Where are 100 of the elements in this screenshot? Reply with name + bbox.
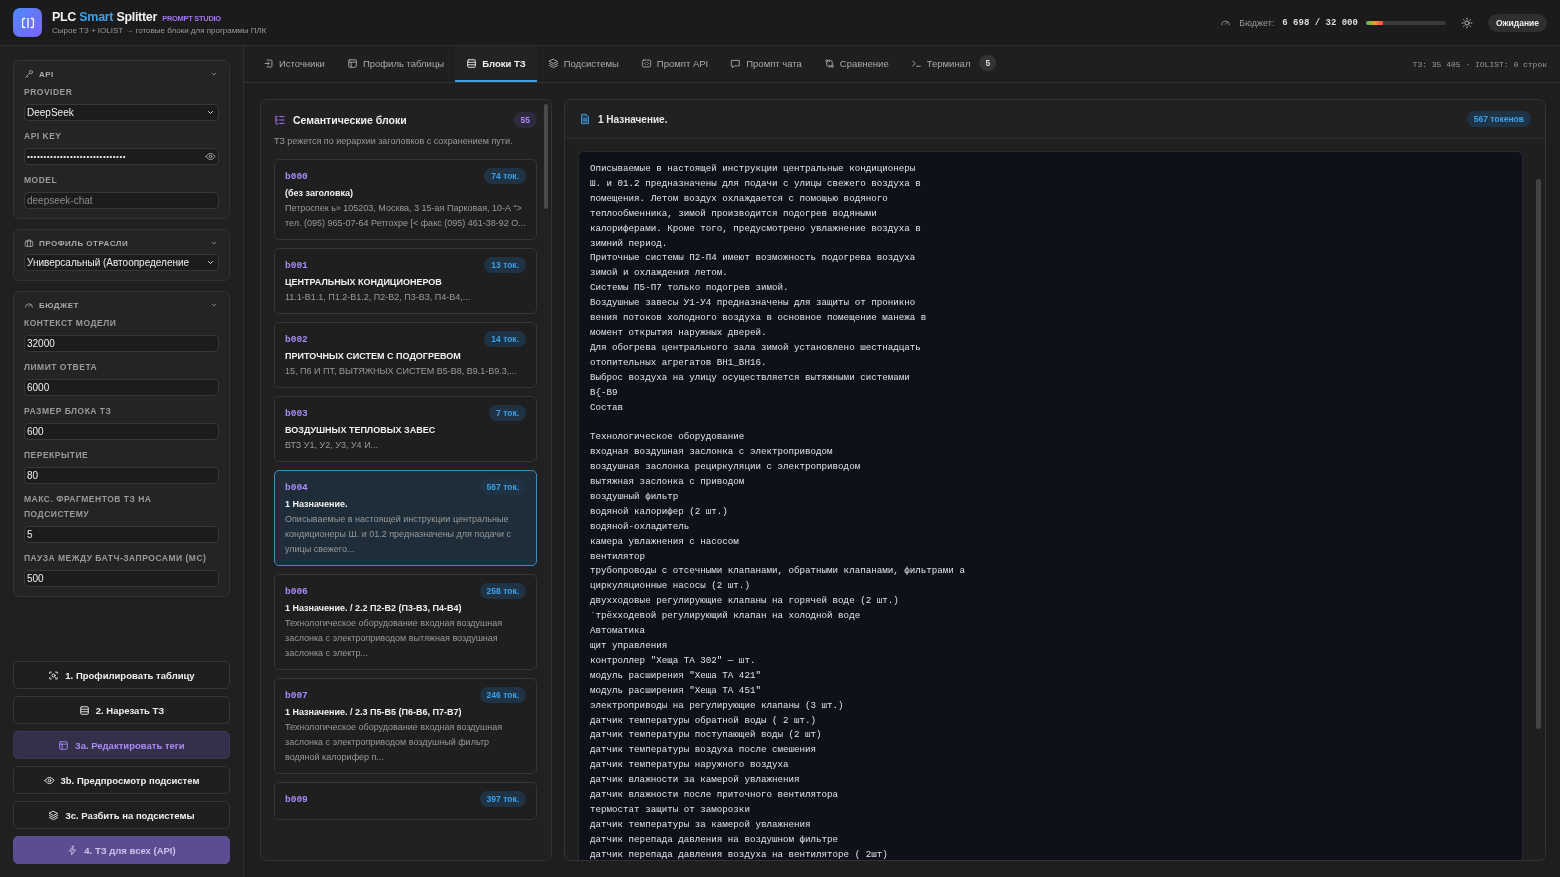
select-field[interactable]: DeepSeek [24,104,219,121]
field-label: РАЗМЕР БЛОКА ТЗ [24,405,113,418]
block-id: b007 [285,689,308,701]
field-label: MODEL [24,174,59,187]
field-label: КОНТЕКСТ МОДЕЛИ [24,317,118,330]
field-label: ПАУЗА МЕЖДУ БАТЧ-ЗАПРОСАМИ (МС) [24,552,208,565]
token-badge: 7 ток. [489,405,526,421]
input-field[interactable]: 5 [24,526,219,543]
block-snippet: Технологическое оборудование входная воздушная заслонка с электроприводом вытяжная воздушная заслонка с электр... [285,617,504,660]
panel-description: ТЗ режется по иерархии заголовков с сохранением пути. [274,135,514,148]
document-text: Описываемые в настоящей инструкции центральные кондиционеры Ш. и 01.2 предназначены для подачи с улицы свежего воздуха в помещения. Летом воздух охлаждается с помощью водяного теплообменника, зимой производится подогрев водяными калориферами. Кроме того, предусмотрено увлажнение воздуха в зимний период. Приточные системы П2-П4 имеют возможность подогрева воздуха зимой и охлаждения летом. Системы П5-П7 только подогрев зимой. Воздушные завесы У1-У4 предназначены для защиты от проникно вения потоков холодного воздуха в основное помещение манежа в момент открытия наружных дверей. Для обогрева центрального зала зимой установлено шестнадцать отопительных агрегатов ВН1_ВН16. Выброс воздуха на улицу осуществляется вытяжными системами В{-В9 Состав Технологическое оборудование входная воздушная заслонка с электроприводом воздушная заслонка рециркуляции с электроприводом вытяжная заслонка с приводом воздушный фильтр водяной калорифер (2 шт.) водяной-охладитель камера увлажнения с насосом вентилятор трубопроводы с отсечными клапанами, обратными клапанами, фильтрами а циркуляционные насосы (2 шт.) двухходовые регулирующие клапаны на горячей воде (2 шт.) `трёхходевой регулирующий клапан на холодной воде Автоматика щит управления контроллер "Хеща ТА 302" — шт. модуль расширения "Хеша ТА 421" модуль расширения "Хеща ТА 451" электроприводы на регулирующие клапаны (3 шт.) датчик температуры обратной воды ( 2 шт.) датчик температуры поступающей воды (2 шт) датчик температуры воздуха после смешения датчик температуры наружного воздуха датчик влажности за камерой увлажнения датчик влажности после приточного вентилятора термостат защиты от заморозки датчик температуры за камерой увлажнения датчик перепада давления на воздушном фильтре датчик перепада давления воздуха на вентиляторе ( 2шт) [578,151,1523,860]
token-badge: 74 ток. [484,168,526,184]
status-badge: Ожидание [1487,13,1547,32]
token-badge: 14 ток. [484,331,526,347]
block-id: b004 [285,481,308,493]
block-id: b003 [285,407,308,419]
document-title: 1 Назначение. [598,113,669,125]
login-icon [263,57,274,69]
scrollbar-thumb[interactable] [544,104,548,209]
block-title: ВОЗДУШНЫХ ТЕПЛОВЫХ ЗАВЕС [285,425,437,435]
stats-text: ТЗ: 35 405 · IOLIST: 0 строк [1412,59,1548,69]
scan-icon [48,669,60,681]
gauge-icon [24,300,34,310]
block-snippet: Технологическое оборудование входная воздушная заслонка с электроприводом воздушный фильтр водяной калорифер п... [285,721,504,764]
block-card[interactable]: b006 258 ток. 1 Назначение. / 2.2 П2-В2 (П3-В3, П4-В4) Технологическое оборудование входная воздушная заслонка с электроприводом вытяжная воздушная заслонка с электр... [274,574,537,670]
token-badge: 567 токенов [1466,111,1531,127]
table-icon [346,57,358,69]
block-title: (без заголовка) [285,188,354,198]
block-title: 1 Назначение. / 2.2 П2-В2 (П3-В3, П4-В4) [285,603,463,613]
chat-icon [730,57,742,69]
field-label: ПЕРЕКРЫТИЕ [24,449,90,462]
tab[interactable]: Промпт API [629,46,720,82]
section-title: API [39,69,55,79]
rows-icon [466,57,478,69]
block-card[interactable]: b004 567 ток. 1 Назначение. Описываемые в настоящей инструкции центральные кондиционеры Ш. и 01.2 предназначены для подачи с улицы свежего... [274,470,537,566]
field-label: ЛИМИТ ОТВЕТА [24,361,99,374]
layers-icon [48,809,60,821]
block-title: 1 Назначение. [285,499,349,509]
lightning-icon [67,844,79,856]
input-field[interactable]: deepseek-chat [24,192,219,209]
token-badge: 258 ток. [479,583,526,599]
tab[interactable]: Промпт чата [719,46,813,82]
field-label: PROVIDER [24,86,74,99]
table-icon [58,739,70,751]
block-title: 1 Назначение. / 2.3 П5-В5 (П6-В6, П7-В7) [285,707,463,717]
action-button[interactable]: 1. Профилировать таблицу [13,661,230,689]
token-badge: 246 ток. [479,687,526,703]
app-subtitle: Сырое ТЗ + IOLIST → готовые блоки для программы ПЛК [52,26,267,35]
block-snippet: 11.1-В1.1, П1.2-В1.2, П2-В2, П3-В3, П4-В4,... [285,291,472,304]
select-field[interactable]: Универсальный (Автоопределение [24,254,219,271]
field-label: МАКС. ФРАГМЕНТОВ ТЗ НА ПОДСИСТЕМУ [24,493,153,521]
action-button[interactable]: 3b. Предпросмотр подсистем [13,766,230,794]
tab[interactable]: Блоки ТЗ [455,46,537,82]
tab[interactable]: Источники [252,46,336,82]
gauge-icon [1220,17,1232,28]
block-id: b002 [285,333,308,345]
tab[interactable]: Терминал 5 [899,46,1008,82]
code-icon [640,57,652,69]
block-snippet: ВТЗ У1, У2, У3, У4 И... [285,439,380,452]
section-title: ПРОФИЛЬ ОТРАСЛИ [39,238,130,248]
block-card[interactable]: b001 13 ток. ЦЕНТРАЛЬНЫХ КОНДИЦИОНЕРОВ 11.1-В1.1, П1.2-В1.2, П2-В2, П3-В3, П4-В4,... [274,248,537,314]
tab[interactable]: Сравнение [812,46,900,82]
sun-icon [1460,16,1473,29]
document-icon [579,113,591,125]
logo-icon [13,8,42,37]
terminal-icon [910,57,922,69]
input-field[interactable]: 6000 [24,379,219,396]
block-id: b009 [285,793,308,805]
layers-icon [547,57,559,69]
password-field[interactable]: •••••••••••••••••••••••••••••• [24,148,219,165]
scrollbar-thumb[interactable] [1536,179,1541,729]
action-button[interactable]: 3a. Редактировать теги [13,731,230,759]
block-title: ПРИТОЧНЫХ СИСТЕМ С ПОДОГРЕВОМ [285,351,462,361]
section-title: БЮДЖЕТ [39,300,80,310]
block-card[interactable]: b003 7 ток. ВОЗДУШНЫХ ТЕПЛОВЫХ ЗАВЕС ВТЗ У1, У2, У3, У4 И... [274,396,537,462]
input-field[interactable]: 80 [24,467,219,484]
block-snippet: 15, П6 И ПТ, ВЫТЯЖНЫХ СИСТЕМ В5-В8, В9.1-В9.3,... [285,365,518,378]
action-button[interactable]: 2. Нарезать ТЗ [13,696,230,724]
budget-label: Бюджет: [1239,17,1275,28]
block-card[interactable]: b009 397 ток. [274,782,537,820]
input-field[interactable]: 500 [24,570,219,587]
block-snippet: Описываемые в настоящей инструкции центральные кондиционеры Ш. и 01.2 предназначены для подачи с улицы свежего... [285,513,512,556]
panel-title: Семантические блоки [293,114,408,126]
compare-icon [823,57,835,69]
block-id: b006 [285,585,308,597]
block-card[interactable]: b002 14 ток. ПРИТОЧНЫХ СИСТЕМ С ПОДОГРЕВОМ 15, П6 И ПТ, ВЫТЯЖНЫХ СИСТЕМ В5-В8, В9.1-В9.3,... [274,322,537,388]
eye-icon [205,151,216,162]
tab[interactable]: Подсистемы [536,46,630,82]
block-card[interactable]: b000 74 ток. (без заголовка) Петроспек ь» 105203, Москва, 3 15-ая Парковая, 10-А “> тел. (095) 965-07-64 Ретгохре [< факс (095) 461-38-92 О... [274,159,537,240]
count-badge: 55 [513,112,537,128]
block-title: ЦЕНТРАЛЬНЫХ КОНДИЦИОНЕРОВ [285,277,443,287]
input-field[interactable]: 600 [24,423,219,440]
tab[interactable]: Профиль таблицы [335,46,456,82]
briefcase-icon [24,238,34,248]
block-id: b001 [285,259,308,271]
rows-icon [78,704,90,716]
action-button[interactable]: 3c. Разбить на подсистемы [13,801,230,829]
eye-icon [43,774,55,786]
input-field[interactable]: 32000 [24,335,219,352]
block-card[interactable]: b007 246 ток. 1 Назначение. / 2.3 П5-В5 (П6-В6, П7-В7) Технологическое оборудование входная воздушная заслонка с электроприводом воздушный фильтр водяной калорифер п... [274,678,537,774]
